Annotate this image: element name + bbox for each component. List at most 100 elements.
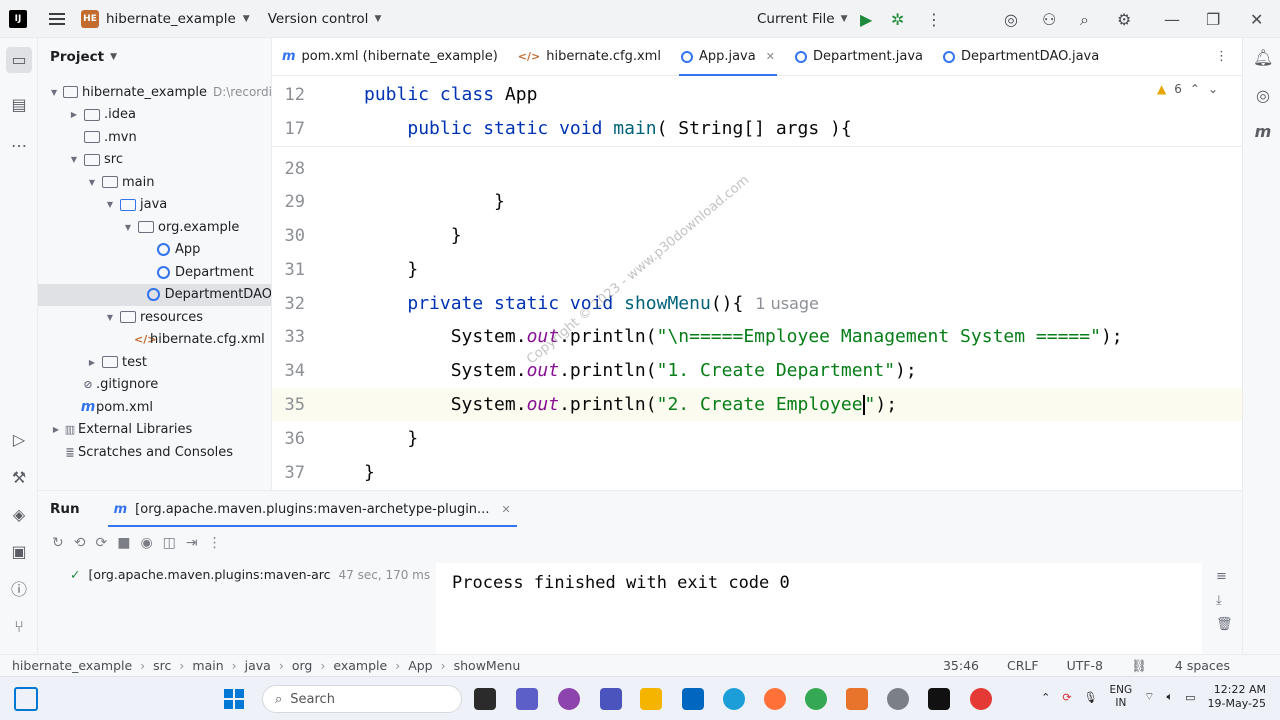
xampp-icon[interactable] (846, 688, 868, 710)
project-tool-icon[interactable]: ▭ (6, 47, 32, 73)
export-icon[interactable]: ⇥ (186, 535, 198, 551)
task-view-icon[interactable] (474, 688, 496, 710)
clock[interactable]: 12:22 AM 19-May-25 (1208, 683, 1266, 711)
breadcrumb-item[interactable]: showMenu (454, 658, 521, 673)
tree-item[interactable]: ▼ resources (38, 306, 271, 328)
maximize-icon[interactable]: ❐ (1206, 10, 1220, 29)
tree-item[interactable]: ▼ main (38, 171, 271, 193)
tree-item[interactable]: m pom.xml (38, 396, 271, 418)
run-tool-icon[interactable]: ▷ (9, 430, 29, 450)
tree-item[interactable]: ▼ org.example (38, 216, 271, 238)
code-line[interactable]: 34 System.out.println("1. Create Departm… (272, 354, 1242, 387)
chevron-down-icon[interactable]: ▼ (86, 178, 98, 187)
editor-tab[interactable]: m pom.xml (hibernate_example) (272, 38, 508, 76)
intellij-logo-icon[interactable]: IJ (9, 9, 27, 28)
editor-tab[interactable]: Department.java (785, 38, 933, 76)
tree-item[interactable]: ▶ ▥ External Libraries (38, 419, 271, 441)
ai-assistant-icon[interactable]: ◎ (1004, 10, 1018, 29)
settings-icon[interactable] (887, 688, 909, 710)
close-icon[interactable]: ✕ (501, 503, 510, 516)
intellij-taskbar-icon[interactable] (928, 688, 950, 710)
run-icon[interactable]: ▶ (860, 10, 872, 29)
tree-item[interactable]: ▼ src (38, 149, 271, 171)
trash-icon[interactable]: 🗑︎ (1216, 617, 1233, 632)
breadcrumb-item[interactable]: org (292, 658, 313, 673)
battery-icon[interactable]: ▭ (1185, 691, 1195, 704)
code-line[interactable]: 36 } (272, 422, 1242, 455)
chevron-right-icon[interactable]: ▶ (50, 425, 62, 434)
camera-icon[interactable]: ◫ (163, 535, 176, 551)
more-tools-icon[interactable]: … (9, 132, 29, 152)
tree-item[interactable]: ▶ .idea (38, 104, 271, 126)
chevron-down-icon[interactable]: ▼ (104, 200, 116, 209)
code-editor[interactable]: ▲ 6 ⌃ ⌄ 12 public class App 17 public stat… (272, 76, 1242, 486)
editor-tab[interactable]: </> hibernate.cfg.xml (508, 38, 671, 76)
chevron-down-icon[interactable]: ▼ (49, 88, 60, 97)
tree-item[interactable]: DepartmentDAO (38, 283, 271, 306)
tree-item[interactable]: ⊘ .gitignore (38, 374, 271, 396)
edge-icon[interactable] (723, 688, 745, 710)
teams-icon[interactable] (600, 688, 622, 710)
volume-icon[interactable]: 🔈︎ (1167, 690, 1174, 704)
tree-item[interactable]: ▼ java (38, 194, 271, 216)
maven-tool-icon[interactable]: m (1253, 122, 1273, 141)
tree-item[interactable]: </> hibernate.cfg.xml (38, 329, 271, 351)
project-panel-header[interactable]: Project ▼ (38, 38, 271, 76)
meet-icon[interactable] (516, 688, 538, 710)
breadcrumb-item[interactable]: java (245, 658, 271, 673)
chevron-down-icon[interactable]: ▼ (68, 155, 80, 164)
line-ending[interactable]: CRLF (1007, 658, 1039, 674)
breadcrumb-item[interactable]: App (408, 658, 432, 673)
scroll-to-end-icon[interactable]: ⤓ (1216, 593, 1222, 608)
stop-icon[interactable]: ■ (117, 535, 130, 551)
code-line[interactable]: 31 } (272, 253, 1242, 286)
search-icon[interactable]: ⌕ (1080, 10, 1089, 30)
tree-item[interactable]: ▶ test (38, 351, 271, 373)
indent-setting[interactable]: 4 spaces (1175, 658, 1230, 674)
add-user-icon[interactable]: ⚇ (1042, 10, 1056, 29)
run-tree-item[interactable]: ✓ [org.apache.maven.plugins:maven-arc 47… (70, 567, 430, 582)
more-tabs-icon[interactable]: ⋮ (1215, 49, 1228, 64)
tree-item[interactable]: Department (38, 261, 271, 283)
problems-tool-icon[interactable]: ⓘ (9, 580, 29, 600)
version-control-menu[interactable]: Version control ▼ (268, 11, 382, 27)
store-icon[interactable] (682, 688, 704, 710)
file-encoding[interactable]: UTF-8 (1067, 658, 1103, 674)
rerun-icon[interactable]: ↻ (52, 535, 64, 551)
code-line[interactable]: 33 System.out.println("\n=====Employee M… (272, 320, 1242, 353)
sync-icon[interactable]: ⟳ (1062, 691, 1071, 704)
breadcrumb-item[interactable]: src (153, 658, 171, 673)
chevron-right-icon[interactable]: ▶ (86, 358, 98, 367)
recorder-icon[interactable] (970, 688, 992, 710)
services-tool-icon[interactable]: ◈ (9, 505, 29, 525)
caret-position[interactable]: 35:46 (943, 658, 979, 674)
rerun-failed-icon[interactable]: ⟲ (74, 535, 86, 551)
structure-tool-icon[interactable]: ▤ (9, 95, 29, 115)
firefox-icon[interactable] (764, 688, 786, 710)
terminal-tool-icon[interactable]: ▣ (9, 542, 29, 562)
microphone-icon[interactable]: 🎙︎ (1084, 691, 1098, 704)
chrome-icon[interactable] (805, 688, 827, 710)
breadcrumb-item[interactable]: main (192, 658, 223, 673)
code-line[interactable]: 32 private static void showMenu(){1 usag… (272, 287, 1242, 320)
close-icon[interactable]: ✕ (1250, 10, 1263, 29)
debug-icon[interactable]: ✲ (891, 10, 904, 29)
chevron-up-icon[interactable]: ⌃ (1041, 691, 1050, 704)
language-indicator[interactable]: ENG IN (1110, 684, 1133, 710)
gear-icon[interactable]: ⚙ (1117, 10, 1131, 29)
tree-item[interactable]: App (38, 239, 271, 261)
code-line[interactable]: 35 System.out.println("2. Create Employe… (272, 388, 1242, 421)
editor-tab[interactable]: DepartmentDAO.java (933, 38, 1109, 76)
code-line[interactable]: 28 (272, 152, 1242, 185)
more-options-icon[interactable]: ⋮ (926, 10, 942, 29)
chevron-right-icon[interactable]: ▶ (68, 110, 80, 119)
close-icon[interactable]: ✕ (766, 50, 775, 63)
eye-icon[interactable]: ◉ (140, 535, 152, 551)
code-line[interactable]: 17 public static void main( String[] arg… (272, 112, 1242, 145)
console-output[interactable]: Process finished with exit code 0 (436, 563, 1202, 655)
tree-item[interactable]: ▼ hibernate_example D:\recordi (38, 81, 271, 103)
code-line[interactable]: 30 } (272, 219, 1242, 252)
soft-wrap-icon[interactable]: ≡ (1216, 569, 1227, 584)
breadcrumb-item[interactable]: hibernate_example (12, 658, 132, 673)
run-config-selector[interactable]: Current File ▼ (757, 11, 848, 27)
